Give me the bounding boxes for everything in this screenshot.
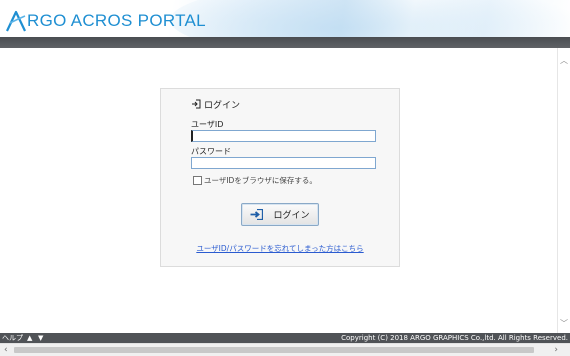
userid-input[interactable] (191, 130, 376, 142)
forgot-credentials-link[interactable]: ユーザID/パスワードを忘れてしまった方はこちら (161, 243, 399, 254)
userid-label: ユーザID (191, 120, 224, 129)
copyright-text: Copyright (C) 2018 ARGO GRAPHICS Co.,ltd… (341, 334, 568, 342)
login-button-label: ログイン (273, 211, 310, 221)
login-heading: ログイン (191, 97, 240, 111)
login-icon (192, 99, 201, 109)
horizontal-scroll-thumb[interactable] (14, 347, 534, 353)
login-arrow-icon (250, 209, 264, 220)
scroll-right-icon[interactable]: › (554, 345, 558, 355)
login-heading-text: ログイン (204, 100, 241, 111)
password-label: パスワード (191, 147, 231, 156)
password-input[interactable] (191, 157, 376, 169)
logo-a-icon (6, 10, 26, 32)
header-bar (0, 37, 570, 48)
horizontal-scrollbar[interactable]: ‹ › (0, 343, 570, 356)
logo: RGO ACROS PORTAL (6, 9, 206, 33)
footer: ヘルプ ▲ ▼ Copyright (C) 2018 ARGO GRAPHICS… (0, 333, 570, 343)
remember-userid-row[interactable]: ユーザIDをブラウザに保存する。 (193, 175, 317, 186)
header-swoosh-decoration (170, 0, 570, 37)
remember-userid-checkbox[interactable] (193, 176, 202, 185)
logo-text: RGO ACROS PORTAL (27, 11, 206, 30)
scroll-left-icon[interactable]: ‹ (4, 345, 8, 355)
nav-down-icon[interactable]: ▼ (38, 333, 43, 343)
login-panel: ログイン ユーザID パスワード ユーザIDをブラウザに保存する。 ログイン ユ… (160, 88, 400, 267)
scroll-down-icon[interactable]: ﹀ (560, 319, 568, 329)
login-button[interactable]: ログイン (241, 203, 319, 226)
nav-up-icon[interactable]: ▲ (27, 333, 32, 343)
vertical-scrollbar[interactable]: ︿ ﹀ (557, 48, 570, 333)
help-link[interactable]: ヘルプ (2, 333, 23, 343)
remember-userid-label: ユーザIDをブラウザに保存する。 (204, 176, 317, 185)
scroll-up-icon[interactable]: ︿ (560, 56, 568, 66)
header: RGO ACROS PORTAL (0, 0, 570, 37)
